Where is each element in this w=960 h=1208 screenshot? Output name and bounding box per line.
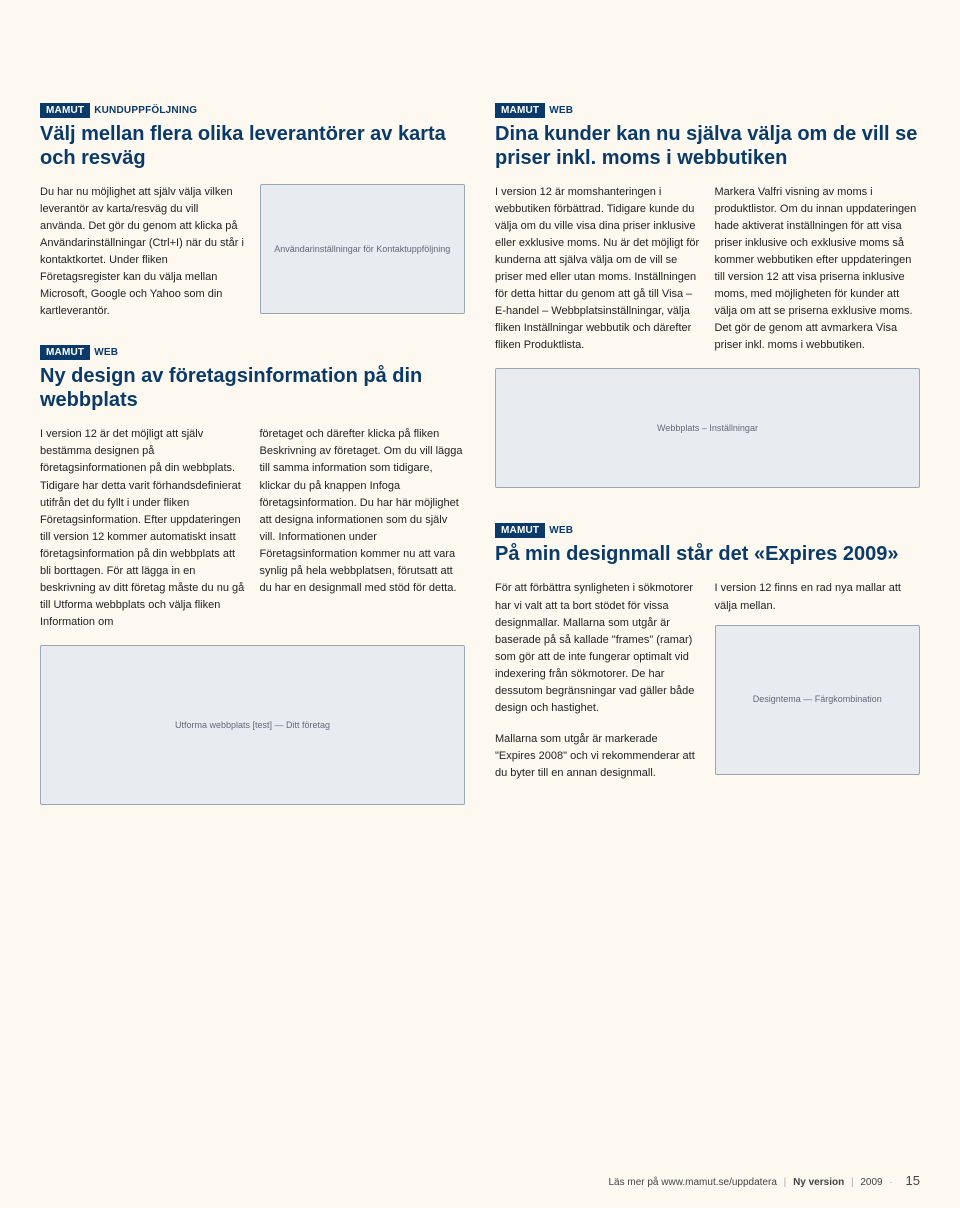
page-number: 15 — [906, 1173, 920, 1188]
screenshot-anvandarinstallningar: Användarinställningar för Kontaktuppfölj… — [260, 184, 466, 314]
body-moms-col2: Markera Valfri visning av moms i produkt… — [715, 184, 921, 354]
footer-mid: Ny version — [793, 1177, 844, 1188]
body-leverantorer: Du har nu möjlighet att själv välja vilk… — [40, 184, 246, 320]
left-column: MAMUT KUNDUPPFÖLJNING Välj mellan flera o… — [40, 100, 465, 837]
footer-year: 2009 — [860, 1177, 882, 1188]
body-expires-col1a: För att förbättra synligheten i sökmotor… — [495, 580, 701, 716]
title-design-foretag: Ny design av företagsinformation på din … — [40, 364, 465, 412]
article-leverantorer: MAMUT KUNDUPPFÖLJNING Välj mellan flera o… — [40, 100, 465, 320]
tag-brand: MAMUT — [495, 103, 545, 118]
title-leverantorer: Välj mellan flera olika leverantörer av … — [40, 122, 465, 170]
body-moms-col1: I version 12 är momshanteringen i webbut… — [495, 184, 701, 354]
tag-web-r2: MAMUT WEB — [495, 525, 573, 536]
article-moms: MAMUT WEB Dina kunder kan nu själva välja… — [495, 100, 920, 498]
body-design-col1: I version 12 är det möjligt att själv be… — [40, 426, 246, 631]
article-expires: MAMUT WEB På min designmall står det «Exp… — [495, 520, 920, 790]
body-design-col2: företaget och därefter klicka på fliken … — [260, 426, 466, 631]
screenshot-designtema: Designtema — Färgkombination — [715, 625, 921, 775]
body-expires-col2: I version 12 finns en rad nya mallar att… — [715, 580, 921, 614]
article-design-foretag: MAMUT WEB Ny design av företagsinformatio… — [40, 342, 465, 815]
tag-sub: WEB — [549, 523, 573, 538]
title-moms: Dina kunder kan nu själva välja om de vi… — [495, 122, 920, 170]
screenshot-utforma-webbplats: Utforma webbplats [test] — Ditt företag — [40, 645, 465, 805]
tag-web-r1: MAMUT WEB — [495, 105, 573, 116]
tag-brand: MAMUT — [495, 523, 545, 538]
title-expires: På min designmall står det «Expires 2009… — [495, 542, 920, 566]
tag-kunduppfoljning: MAMUT KUNDUPPFÖLJNING — [40, 105, 197, 116]
footer-url: Läs mer på www.mamut.se/uppdatera — [608, 1177, 776, 1188]
tag-brand: MAMUT — [40, 345, 90, 360]
page-footer: Läs mer på www.mamut.se/uppdatera | Ny v… — [608, 1173, 920, 1188]
tag-sub: KUNDUPPFÖLJNING — [94, 103, 197, 118]
right-column: MAMUT WEB Dina kunder kan nu själva välja… — [495, 100, 920, 837]
screenshot-webbplats-installningar: Webbplats – Inställningar — [495, 368, 920, 488]
tag-brand: MAMUT — [40, 103, 90, 118]
body-expires-col1b: Mallarna som utgår är markerade "Expires… — [495, 731, 701, 782]
tag-sub: WEB — [94, 345, 118, 360]
tag-web-left: MAMUT WEB — [40, 347, 118, 358]
tag-sub: WEB — [549, 103, 573, 118]
